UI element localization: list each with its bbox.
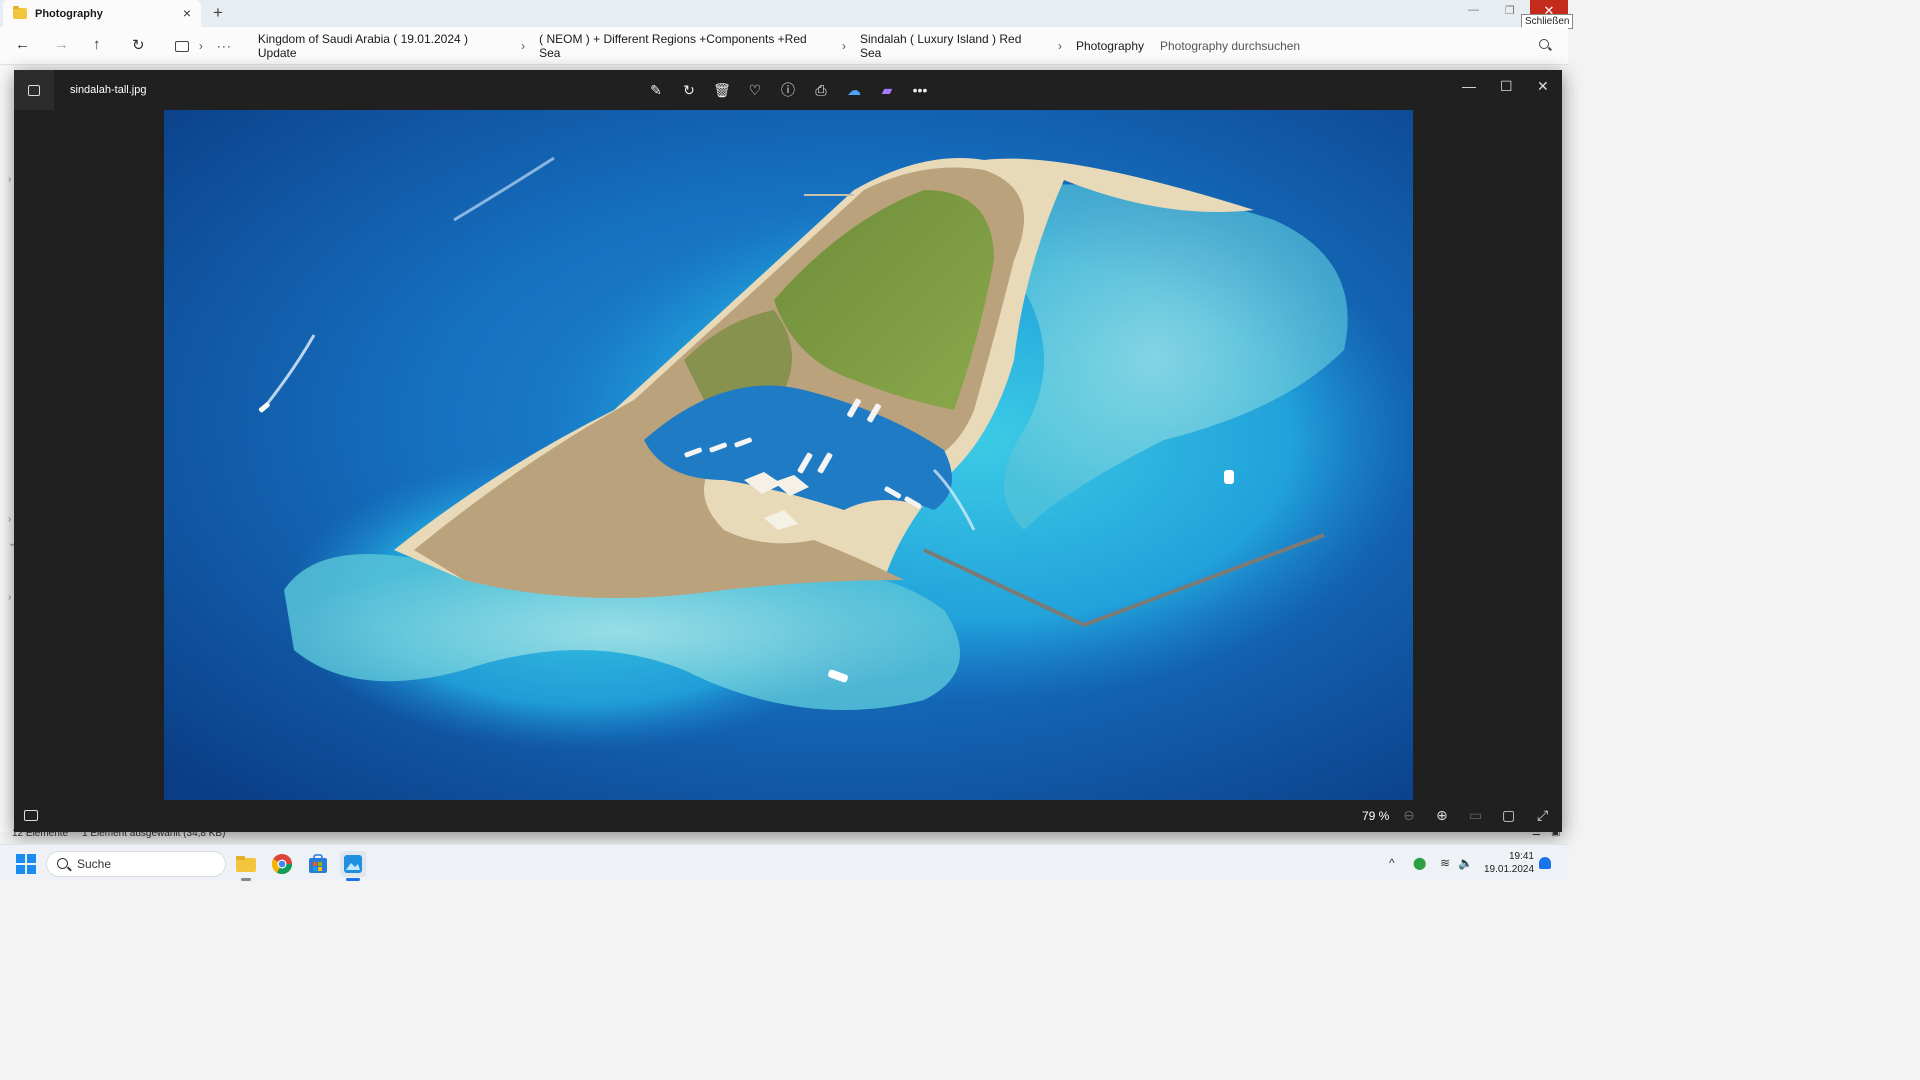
photos-app-icon[interactable] [14, 70, 54, 110]
search-placeholder: Photography durchsuchen [1160, 39, 1301, 53]
taskbar: Suche ^ ⬤ ≋ 🔈 19:41 19.01.2024 [0, 844, 1568, 882]
actual-size-icon[interactable]: ▢ [1502, 807, 1515, 824]
folder-icon [13, 6, 27, 19]
onedrive-cloud-icon[interactable]: ☁ [844, 80, 864, 100]
minimize-button[interactable]: — [1468, 4, 1479, 16]
search-icon [57, 858, 68, 869]
breadcrumb-item[interactable]: Kingdom of Saudi Arabia ( 19.01.2024 ) U… [258, 32, 507, 60]
viewer-toolbar: ✎ ↻ 🗑 ♡ ⓘ ⎙ ☁ ▰ ••• [646, 80, 930, 100]
fit-to-window-icon[interactable]: ▭ [1469, 807, 1482, 824]
notification-bell-icon[interactable] [1539, 857, 1551, 869]
delete-icon[interactable]: 🗑 [712, 80, 732, 100]
filmstrip-icon[interactable] [24, 810, 38, 821]
refresh-icon[interactable]: ↻ [132, 36, 145, 54]
breadcrumb-separator-icon[interactable]: › [199, 39, 203, 53]
chevron-up-icon[interactable]: ^ [1389, 856, 1395, 870]
taskbar-search-input[interactable]: Suche [46, 851, 226, 877]
address-bar[interactable]: › ··· Kingdom of Saudi Arabia ( 19.01.20… [166, 32, 1144, 60]
more-options-icon[interactable]: ••• [910, 80, 930, 100]
breadcrumb-separator-icon[interactable]: › [842, 39, 846, 53]
edit-image-icon[interactable]: ✎ [646, 80, 666, 100]
chevron-right-icon[interactable]: › [8, 514, 11, 525]
aerial-island-photo[interactable] [164, 110, 1413, 800]
zoom-level: 79 % [1362, 809, 1390, 823]
explorer-navigation-bar: ← → ↑ ↻ › ··· Kingdom of Saudi Arabia ( … [0, 27, 1568, 65]
photos-taskbar-icon[interactable] [340, 851, 366, 881]
forward-arrow-icon[interactable]: → [54, 36, 69, 53]
breadcrumb-item[interactable]: Photography [1076, 39, 1144, 53]
clock-date: 19.01.2024 [1484, 864, 1535, 875]
fullscreen-icon[interactable]: ⤢ [1537, 807, 1548, 824]
restore-button[interactable]: ❐ [1505, 4, 1515, 17]
viewer-close-button[interactable]: ✕ [1537, 78, 1549, 95]
search-input[interactable]: Photography durchsuchen [1151, 33, 1561, 59]
clock-time: 19:41 [1508, 851, 1534, 862]
taskbar-search-label: Suche [77, 857, 112, 871]
info-icon[interactable]: ⓘ [778, 80, 798, 100]
security-shield-icon[interactable]: ⬤ [1413, 856, 1426, 870]
explorer-tab-bar: Photography × + — ❐ ✕ Schließen [0, 0, 1574, 29]
speaker-icon[interactable]: 🔈 [1458, 856, 1473, 870]
breadcrumb-overflow-icon[interactable]: ··· [217, 39, 232, 53]
windows-start-icon[interactable] [16, 854, 36, 874]
system-clock[interactable]: 19:41 19.01.2024 [1484, 850, 1534, 876]
viewer-maximize-button[interactable]: ☐ [1500, 78, 1513, 95]
zoom-out-icon[interactable]: ⊖ [1403, 807, 1415, 824]
favorite-heart-icon[interactable]: ♡ [745, 80, 765, 100]
up-arrow-icon[interactable]: ↑ [93, 36, 101, 53]
viewer-bottom-bar: 79 % ⊖ ⊕ ▭ ▢ ⤢ [14, 800, 1562, 832]
breadcrumb-separator-icon[interactable]: › [521, 39, 525, 53]
file-name: sindalah-tall.jpg [70, 84, 147, 96]
search-icon [1539, 39, 1549, 49]
file-explorer-taskbar-icon[interactable] [233, 851, 259, 881]
clipchamp-icon[interactable]: ▰ [877, 80, 897, 100]
computer-icon [175, 40, 189, 52]
print-icon[interactable]: ⎙ [811, 80, 831, 100]
rotate-icon[interactable]: ↻ [679, 80, 699, 100]
tab-photography[interactable]: Photography × [3, 0, 201, 27]
wifi-icon[interactable]: ≋ [1440, 856, 1450, 870]
viewer-minimize-button[interactable]: — [1462, 78, 1476, 94]
chevron-right-icon[interactable]: › [8, 592, 11, 603]
back-arrow-icon[interactable]: ← [15, 36, 30, 53]
chrome-taskbar-icon[interactable] [269, 851, 295, 877]
explorer-navigation-pane: › › ⌄ › [0, 66, 16, 832]
breadcrumb-item[interactable]: ( NEOM ) + Different Regions +Components… [539, 32, 828, 60]
breadcrumb-item[interactable]: Sindalah ( Luxury Island ) Red Sea [860, 32, 1044, 60]
tab-close-icon[interactable]: × [183, 5, 191, 21]
tab-title: Photography [35, 7, 103, 20]
photos-viewer-window: sindalah-tall.jpg ✎ ↻ 🗑 ♡ ⓘ ⎙ ☁ ▰ ••• — … [14, 70, 1562, 832]
chevron-right-icon[interactable]: › [8, 174, 11, 185]
breadcrumb-separator-icon[interactable]: › [1058, 39, 1062, 53]
zoom-in-icon[interactable]: ⊕ [1436, 807, 1448, 824]
viewer-titlebar: sindalah-tall.jpg ✎ ↻ 🗑 ♡ ⓘ ⎙ ☁ ▰ ••• — … [14, 70, 1562, 110]
new-tab-button[interactable]: + [213, 3, 223, 23]
microsoft-store-taskbar-icon[interactable] [305, 851, 331, 877]
